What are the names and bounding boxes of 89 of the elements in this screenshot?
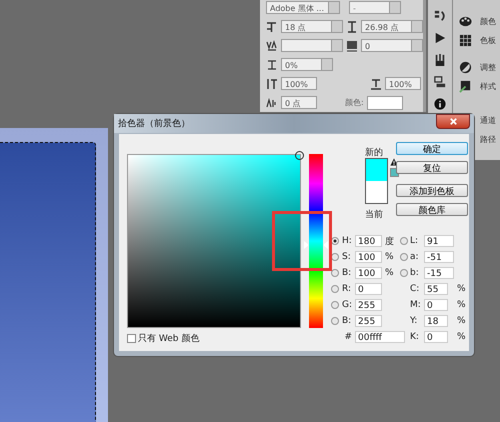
tracking-dropdown[interactable]: 0 <box>361 39 423 52</box>
horizontal-scale-icon <box>370 78 382 90</box>
adjustment-circle-icon <box>459 61 472 74</box>
new-color-label: 新的 <box>365 146 384 158</box>
field-label: Y: <box>410 315 418 328</box>
field-label: C: <box>410 283 420 296</box>
field-label: L: <box>410 236 420 246</box>
dialog-button[interactable]: 确定 <box>396 142 468 155</box>
dialog-button[interactable]: 颜色库 <box>396 203 468 216</box>
radio-button[interactable] <box>400 237 408 245</box>
field-label: B: <box>342 316 352 326</box>
tsume-dropdown[interactable]: 0% <box>281 58 333 71</box>
web-colors-checkbox[interactable] <box>127 334 136 343</box>
value-field[interactable]: 0 <box>424 331 448 343</box>
text-color-swatch[interactable] <box>366 96 403 110</box>
field-label: b: <box>410 268 420 278</box>
vertical-scale-field[interactable]: 100% <box>281 77 317 90</box>
unit-label: % <box>456 284 464 294</box>
field-label: a: <box>410 252 420 262</box>
field-label: S: <box>342 252 352 262</box>
value-field[interactable]: 255 <box>355 299 382 311</box>
unit-label: % <box>456 316 464 326</box>
field-label: G: <box>342 300 354 310</box>
kerning-icon <box>266 40 278 52</box>
panel-tab[interactable]: 调整 <box>459 60 500 75</box>
field-label: B: <box>342 268 352 278</box>
font-family-dropdown[interactable]: Adobe 黑体 ... <box>266 1 340 14</box>
dialog-button[interactable]: 复位 <box>396 161 468 174</box>
font-size-icon <box>266 20 278 32</box>
kerning-dropdown[interactable] <box>281 39 343 52</box>
vertical-scale-icon <box>266 78 278 90</box>
panel-tab[interactable]: 颜色 <box>459 14 500 29</box>
leading-dropdown[interactable]: 26.98 点 <box>361 20 423 33</box>
play-icon[interactable] <box>434 32 446 44</box>
clone-source-icon[interactable] <box>434 76 446 88</box>
styles-icon <box>459 80 472 93</box>
panel-tab[interactable]: 样式 <box>459 79 500 94</box>
radio-button[interactable] <box>400 253 408 261</box>
field-label: K: <box>410 331 420 344</box>
color-label: 颜色: <box>345 97 364 108</box>
close-icon <box>448 117 458 126</box>
value-field[interactable]: 0 <box>355 283 382 295</box>
unit-label: % <box>384 268 395 278</box>
dialog-title: 拾色器（前景色） <box>118 118 190 130</box>
hex-label: # <box>343 332 353 342</box>
tsume-icon <box>266 58 278 70</box>
field-label: R: <box>342 284 352 294</box>
baseline-shift-icon <box>266 96 278 108</box>
web-colors-label: 只有 Web 颜色 <box>138 332 200 345</box>
brushes-icon[interactable] <box>434 54 446 66</box>
color-field[interactable] <box>127 154 301 328</box>
value-field[interactable]: 0 <box>424 299 448 311</box>
highlight-rectangle <box>272 211 332 271</box>
value-field[interactable]: 55 <box>424 283 448 295</box>
horizontal-scale-field[interactable]: 100% <box>385 77 421 90</box>
radio-button[interactable] <box>331 285 339 293</box>
radio-button[interactable] <box>331 317 339 325</box>
leading-icon <box>346 20 358 32</box>
tracking-icon <box>346 40 358 52</box>
history-icon[interactable] <box>434 10 446 22</box>
unit-label: % <box>384 252 395 262</box>
value-field[interactable]: -51 <box>424 251 454 263</box>
hue-slider-thumb[interactable] <box>304 241 328 249</box>
font-size-dropdown[interactable]: 18 点 <box>281 20 343 33</box>
close-button[interactable] <box>436 114 470 129</box>
unit-label: 度 <box>384 236 395 248</box>
panel-tab[interactable]: 色板 <box>459 33 500 48</box>
value-field[interactable]: -15 <box>424 267 454 279</box>
value-field[interactable]: 180 <box>355 235 382 247</box>
radio-button[interactable] <box>331 269 339 277</box>
palette-icon <box>459 15 472 28</box>
color-picker-marker[interactable] <box>295 151 304 160</box>
field-label: H: <box>342 236 353 246</box>
unit-label: % <box>456 300 464 310</box>
field-label: M: <box>410 299 422 312</box>
swatches-grid-icon <box>459 34 472 47</box>
value-field[interactable]: 255 <box>355 315 382 327</box>
unit-label: % <box>456 332 464 342</box>
value-field[interactable]: 18 <box>424 315 448 327</box>
hex-field[interactable]: 00ffff <box>355 331 405 343</box>
baseline-shift-field[interactable]: 0 点 <box>281 96 317 109</box>
value-field[interactable]: 100 <box>355 251 382 263</box>
value-field[interactable]: 100 <box>355 267 382 279</box>
radio-button[interactable] <box>400 269 408 277</box>
dialog-button[interactable]: 添加到色板 <box>396 184 468 197</box>
value-field[interactable]: 91 <box>424 235 454 247</box>
info-icon[interactable] <box>434 98 446 110</box>
radio-button[interactable] <box>331 301 339 309</box>
current-color-label: 当前 <box>365 208 384 220</box>
